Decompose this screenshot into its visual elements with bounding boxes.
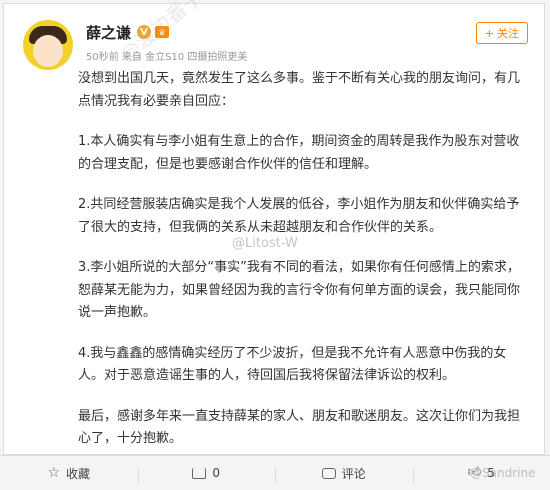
favorite-label: 收藏 — [66, 466, 91, 481]
post-paragraph: 最后，感谢多年来一直支持薛某的家人、朋友和歌迷朋友。这次让你们为我担心了，十分抱… — [78, 408, 521, 447]
favorite-button[interactable]: ☆ 收藏 — [0, 465, 138, 482]
weibo-post-card: 薛之谦 V ♛ 50秒前 来自 金立S10 四摄拍照更美 + 关注 没想到出国几… — [3, 3, 545, 455]
plus-icon: + — [484, 26, 494, 40]
follow-label: 关注 — [497, 27, 519, 40]
comment-icon — [321, 467, 336, 479]
post-paragraph: 2.共同经营服装店确实是我个人发展的低谷，李小姐作为朋友和伙伴确实给予了很大的支… — [78, 197, 520, 235]
share-icon — [192, 467, 207, 479]
comment-button[interactable]: 评论 — [275, 465, 413, 483]
share-count: 0 — [212, 466, 221, 480]
avatar-face — [33, 35, 63, 67]
post-meta: 50秒前 来自 金立S10 四摄拍照更美 — [86, 52, 248, 63]
follow-button[interactable]: + 关注 — [475, 22, 528, 44]
user-avatar[interactable] — [23, 20, 73, 70]
post-paragraph: 没想到出国几天，竟然发生了这么多事。鉴于不断有关心我的朋友询问，有几点情况我有必… — [78, 71, 521, 109]
post-paragraph: 4.我与鑫鑫的感情确实经历了不少波折，但是我不允许有人恶意中伤我的女人。对于恶意… — [78, 345, 507, 384]
share-button[interactable]: 0 — [137, 466, 276, 484]
post-action-bar: ☆ 收藏 0 评论 👍︎ 5 — [0, 455, 550, 490]
watermark: @Sandrine — [470, 466, 536, 480]
post-paragraph: 3.李小姐所说的大部分“事实”我有不同的看法，如果你有任何感情上的索求，恕薛某无… — [78, 260, 521, 320]
post-paragraph: 1.本人确实有与李小姐有生意上的合作，期间资金的周转是我作为股东对营收的合理支配… — [78, 134, 520, 172]
post-body: 没想到出国几天，竟然发生了这么多事。鉴于不断有关心我的朋友询问，有几点情况我有必… — [78, 68, 530, 469]
star-icon: ☆ — [47, 465, 61, 481]
comment-label: 评论 — [341, 466, 366, 481]
watermark: @Litost-W — [232, 236, 298, 251]
